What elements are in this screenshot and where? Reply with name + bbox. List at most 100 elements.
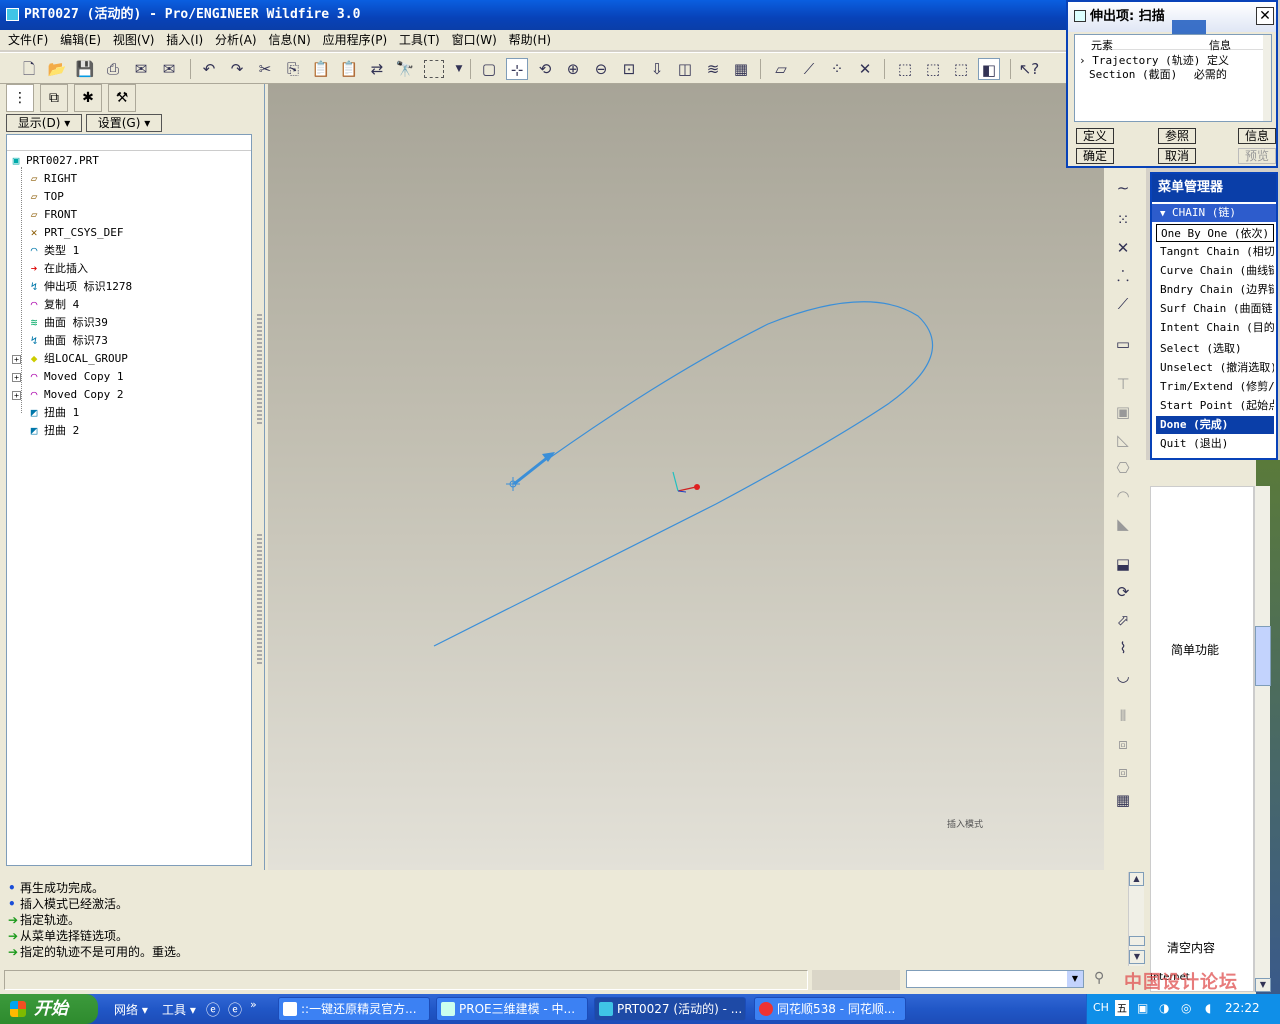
menu-file[interactable]: 文件(F) [8,30,48,50]
menu-item-select[interactable]: Select (选取) [1156,340,1274,358]
clear-content-label[interactable]: 清空内容 [1167,939,1215,956]
cut-icon[interactable]: ✂ [254,58,276,80]
layers-icon[interactable]: ≋ [702,58,724,80]
draft-icon[interactable]: ⎔ [1110,456,1136,480]
menu-tools[interactable]: 工具(T) [399,30,440,50]
reorient-icon[interactable]: ⇩ [646,58,668,80]
graphics-window[interactable]: 插入模式 [268,84,1104,870]
repaint-icon[interactable]: ▢ [478,58,500,80]
find-icon[interactable]: 🔭 [394,58,416,80]
ok-button[interactable]: 确定 [1076,148,1114,164]
chevron-down-icon[interactable]: ▼ [1067,971,1083,987]
menu-applications[interactable]: 应用程序(P) [323,30,388,50]
scroll-thumb[interactable] [1129,936,1145,946]
close-icon[interactable]: ✕ [1256,7,1274,25]
menu-item-trim-extend[interactable]: Trim/Extend (修剪/延伸) [1156,378,1274,396]
settings-dropdown[interactable]: 设置(G) ▾ [86,114,162,132]
tree-node[interactable]: ↯ 伸出项 标识1278 [27,279,132,295]
dialog-title-bar[interactable]: 伸出项: 扫描 ✕ [1068,2,1276,54]
simple-function-label[interactable]: 简单功能 [1171,641,1219,658]
context-help-icon[interactable]: ↖? [1018,58,1040,80]
chamfer-icon[interactable]: ◣ [1110,512,1136,536]
new-icon[interactable]: 🗋 [18,58,40,80]
undo-icon[interactable]: ↶ [198,58,220,80]
datum-axis-display-icon[interactable]: ⟋ [798,58,820,80]
tree-node[interactable]: ↯ 曲面 标识73 [27,333,108,349]
sash-grip[interactable] [257,534,262,664]
style-icon[interactable]: ◡ [1110,664,1136,688]
ie-icon[interactable]: ⓔ [228,1000,242,1020]
favorites-tab-icon[interactable]: ✱ [74,84,102,112]
tree-node-root[interactable]: ▣ PRT0027.PRT [9,153,99,169]
scroll-down-icon[interactable]: ▼ [1129,950,1145,964]
select-box-icon[interactable] [424,60,444,78]
chain-section-header[interactable]: ▼ CHAIN (链) [1152,204,1276,222]
list-scrollbar[interactable] [1263,35,1271,121]
menu-item-one-by-one[interactable]: One By One (依次) [1156,224,1274,242]
zoom-out-icon[interactable]: ⊖ [590,58,612,80]
paste-special-icon[interactable]: 📋 [338,58,360,80]
panel-sash[interactable] [256,84,268,870]
rib-icon[interactable]: ◺ [1110,428,1136,452]
filter-select[interactable]: ▼ [906,970,1084,988]
chevron-down-icon[interactable]: ▼ [448,58,470,80]
datum-plane-display-icon[interactable]: ▱ [770,58,792,80]
info-button[interactable]: 信息 [1238,128,1276,144]
tree-node[interactable]: ◠ Moved Copy 1 [27,369,124,385]
sketched-curve-icon[interactable]: ∼ [1110,176,1136,200]
merge-icon[interactable]: ⧈ [1110,732,1136,756]
save-icon[interactable]: 💾 [74,58,96,80]
tree-node[interactable]: ▱ TOP [27,189,64,205]
datum-csys-icon[interactable]: ✕ [1110,236,1136,260]
send-attach-icon[interactable]: ✉ [158,58,180,80]
expand-icon[interactable]: + [12,373,21,382]
print-icon[interactable]: ⎙ [102,58,124,80]
hole-icon[interactable]: ⊤ [1110,372,1136,396]
variable-sweep-icon[interactable]: ⬀ [1110,608,1136,632]
menu-edit[interactable]: 编辑(E) [60,30,101,50]
menu-analysis[interactable]: 分析(A) [215,30,257,50]
menu-item-tangent-chain[interactable]: Tangnt Chain (相切链) [1156,243,1274,261]
saved-views-icon[interactable]: ◫ [674,58,696,80]
tray-app-icon[interactable]: ◎ [1181,1001,1191,1015]
sash-grip[interactable] [257,314,262,424]
define-button[interactable]: 定义 [1076,128,1114,144]
tree-node[interactable]: ≋ 曲面 标识39 [27,315,108,331]
menu-view[interactable]: 视图(V) [113,30,155,50]
open-icon[interactable]: 📂 [46,58,68,80]
task-button[interactable]: ::一键还原精灵官方... [278,997,430,1021]
task-button[interactable]: 同花顺538 - 同花顺... [754,997,906,1021]
tree-node[interactable]: ◠ 复制 4 [27,297,80,313]
pattern-icon[interactable]: ▦ [1110,788,1136,812]
expand-icon[interactable]: + [12,391,21,400]
ie-icon[interactable]: ⓔ [206,1000,220,1020]
regenerate-icon[interactable]: ⇄ [366,58,388,80]
menu-item-done[interactable]: Done (完成) [1156,416,1274,434]
shading-icon[interactable]: ◧ [978,58,1000,80]
tree-node[interactable]: ◩ 扭曲 2 [27,423,80,439]
scroll-up-icon[interactable]: ▲ [1129,872,1144,886]
extrude-icon[interactable]: ⬓ [1110,552,1136,576]
connections-tab-icon[interactable]: ⚒ [108,84,136,112]
start-button[interactable]: 开始 [0,994,98,1024]
menu-item-curve-chain[interactable]: Curve Chain (曲线链) [1156,262,1274,280]
clock[interactable]: 22:22 [1225,1001,1260,1015]
shell-icon[interactable]: ▣ [1110,400,1136,424]
mirror-icon[interactable]: ⫴ [1110,704,1136,728]
boundary-blend-icon[interactable]: ⌇ [1110,636,1136,660]
tree-node[interactable]: ◆ 组LOCAL_GROUP [27,351,128,367]
menu-manager-title[interactable]: 菜单管理器 [1152,174,1276,202]
preview-button[interactable]: 预览 [1238,148,1276,164]
csys-display-icon[interactable]: ✕ [854,58,876,80]
quick-tools[interactable]: 工具 ▾ [162,1001,196,1018]
task-button[interactable]: PROE三维建模 - 中... [436,997,588,1021]
orient-mode-icon[interactable]: ⟲ [534,58,556,80]
expand-icon[interactable]: + [12,355,21,364]
no-hidden-icon[interactable]: ⬚ [950,58,972,80]
ime-icon[interactable]: 五 [1115,1000,1129,1016]
element-row[interactable]: Section (截面) 必需的 [1089,66,1227,82]
tree-node[interactable]: ▱ RIGHT [27,171,77,187]
menu-item-surface-chain[interactable]: Surf Chain (曲面链) [1156,300,1274,318]
datum-axis-icon[interactable]: ⟋ [1110,292,1136,316]
menu-item-start-point[interactable]: Start Point (起始点) [1156,397,1274,415]
